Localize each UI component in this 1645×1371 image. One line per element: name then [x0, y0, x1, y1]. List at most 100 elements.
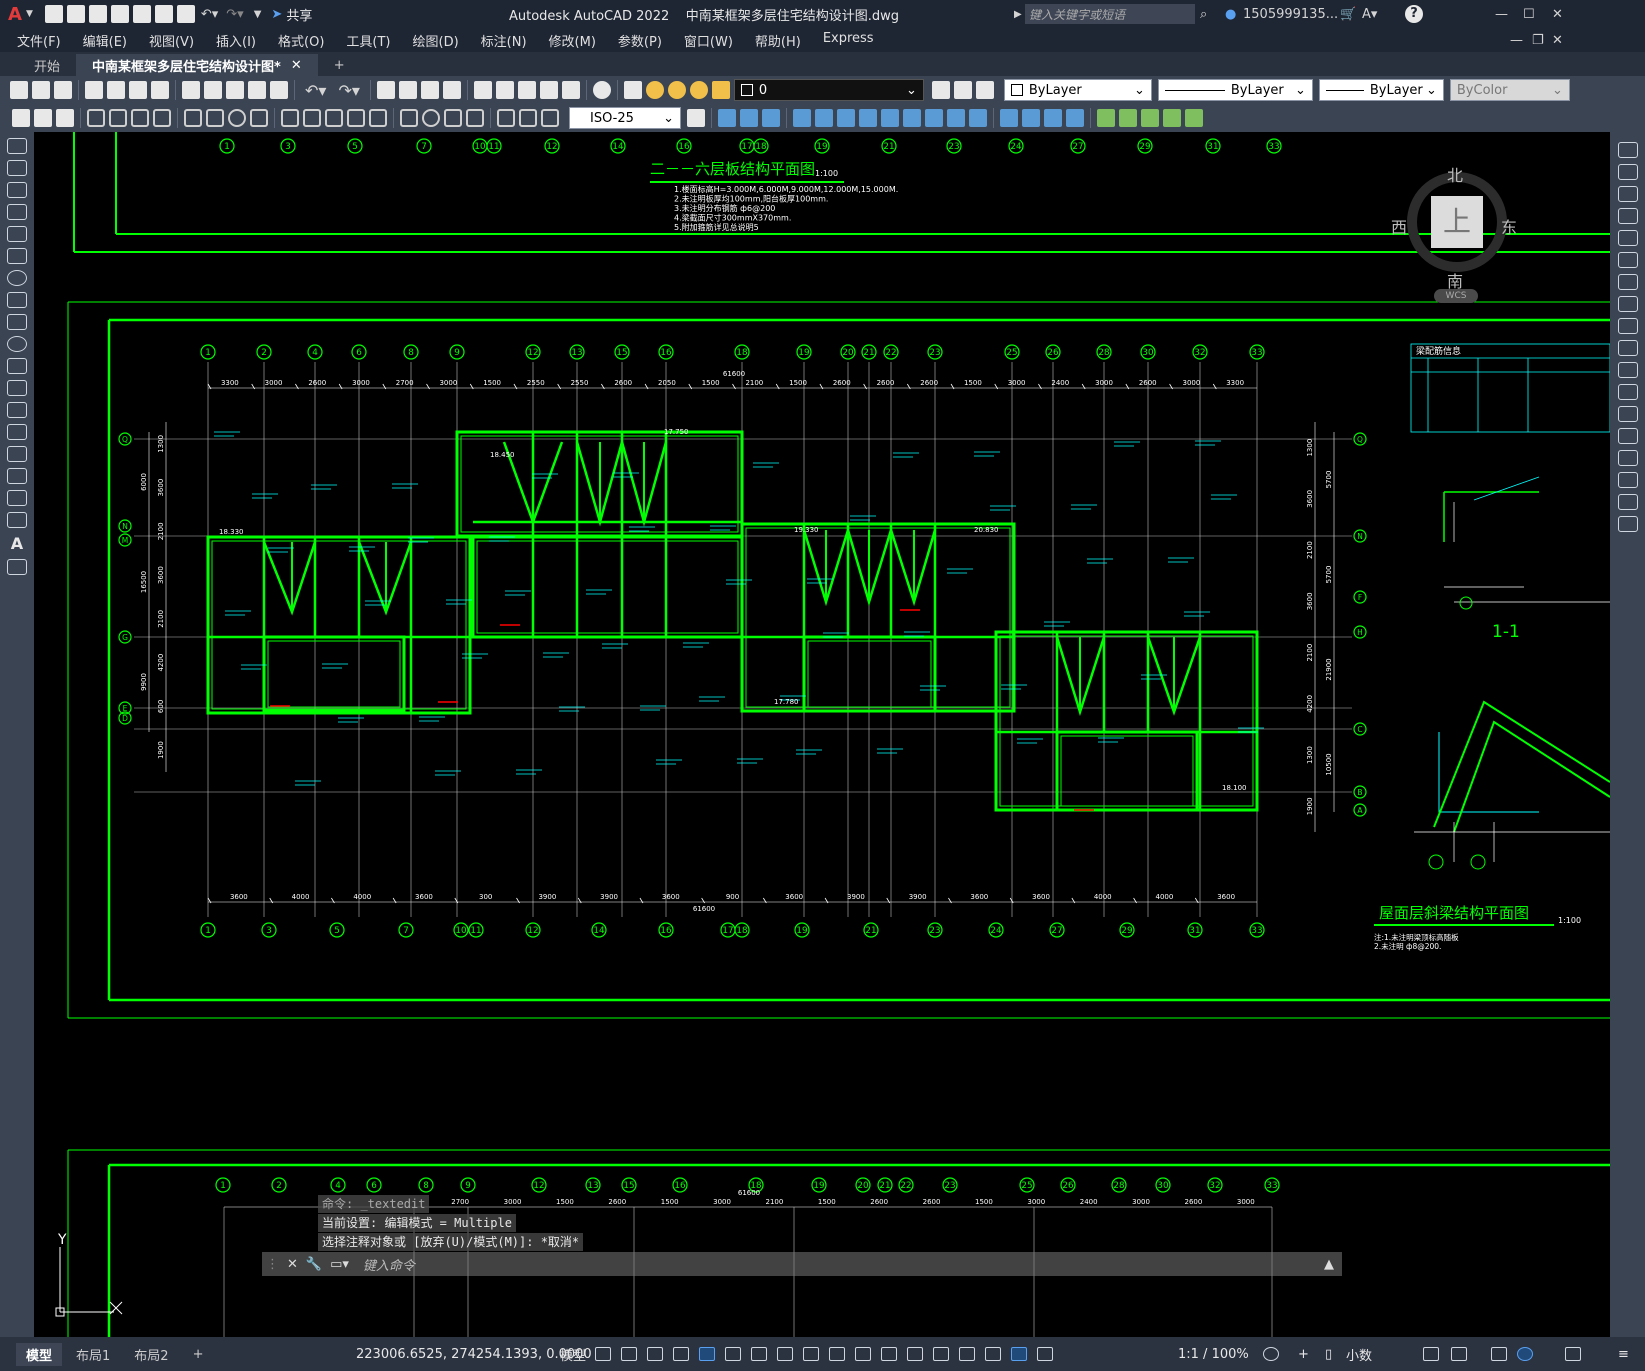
selection-filter-icon[interactable] — [959, 1347, 975, 1361]
modify-mirror-icon[interactable] — [762, 109, 780, 127]
layer-dropdown[interactable]: 0 ⌄ — [733, 79, 924, 101]
help-icon[interactable] — [592, 81, 611, 99]
menu-item[interactable]: 编辑(E) — [72, 31, 138, 50]
tab-start[interactable]: 开始 — [18, 54, 76, 76]
modify-stretch-icon[interactable] — [881, 109, 899, 127]
break-at-point-icon[interactable] — [1617, 384, 1638, 400]
dim-style-icon[interactable] — [56, 109, 74, 127]
offset-icon[interactable] — [1617, 208, 1638, 224]
modify-move-icon[interactable] — [718, 109, 736, 127]
draworder-front-icon[interactable] — [1097, 109, 1115, 127]
circle-icon[interactable] — [7, 270, 27, 286]
add-selected-icon[interactable] — [7, 559, 27, 575]
color-dropdown[interactable]: ByLayer ⌄ — [1003, 79, 1152, 101]
hardware-acceleration-icon[interactable] — [1517, 1347, 1533, 1361]
layer-previous-icon[interactable] — [953, 81, 972, 99]
jogged-linear-icon[interactable] — [466, 109, 484, 127]
doc-minimize-icon[interactable]: — — [1510, 33, 1523, 48]
layer-properties-icon[interactable] — [623, 81, 642, 99]
print-icon[interactable] — [176, 5, 195, 23]
radius-icon[interactable] — [184, 109, 202, 127]
dimension-icon[interactable] — [12, 109, 30, 127]
command-input[interactable]: 键入命令 — [363, 1255, 415, 1274]
move-icon[interactable] — [1617, 252, 1638, 268]
command-customize-icon[interactable]: 🔧 — [306, 1257, 322, 1272]
lock-icon[interactable] — [711, 81, 730, 99]
new-tab-button[interactable]: + — [318, 54, 361, 76]
modify-explode-icon[interactable] — [1044, 109, 1062, 127]
share-icon[interactable]: ➤ — [271, 7, 282, 22]
make-block-icon[interactable] — [7, 402, 27, 418]
draworder-below-icon[interactable] — [1163, 109, 1181, 127]
isolate-objects-icon[interactable] — [1491, 1347, 1507, 1361]
viewcube[interactable]: 上 北 南 西 东 — [1391, 150, 1517, 291]
revision-cloud-icon[interactable] — [7, 292, 27, 308]
tool-palettes-icon[interactable] — [517, 81, 536, 99]
modify-copy-icon[interactable] — [740, 109, 758, 127]
share-button[interactable]: 共享 — [286, 5, 312, 24]
infer-constraints-icon[interactable] — [647, 1347, 663, 1361]
chevron-down-icon[interactable]: ▼ — [26, 9, 33, 19]
menu-item[interactable]: 视图(V) — [138, 31, 205, 50]
save-as-icon[interactable] — [110, 5, 129, 23]
lightbulb-icon[interactable] — [645, 81, 664, 99]
3d-print-icon[interactable] — [151, 81, 169, 99]
ortho-icon[interactable] — [699, 1347, 715, 1361]
command-close-icon[interactable]: ✕ — [287, 1257, 298, 1272]
object-snap-icon[interactable] — [803, 1347, 819, 1361]
pan-icon[interactable] — [376, 81, 395, 99]
object-snap-tracking-icon[interactable] — [777, 1347, 793, 1361]
polygon-icon[interactable] — [7, 204, 27, 220]
open-icon[interactable] — [32, 81, 50, 99]
aligned-dim-icon[interactable] — [109, 109, 127, 127]
modify-rotate-icon[interactable] — [837, 109, 855, 127]
zoom-previous-icon[interactable] — [442, 81, 461, 99]
maximize-icon[interactable]: ☐ — [1523, 7, 1535, 22]
dynamic-ucs-icon[interactable] — [933, 1347, 949, 1361]
modify-scale-icon[interactable] — [859, 109, 877, 127]
ordinate-icon[interactable] — [153, 109, 171, 127]
scale-icon[interactable] — [1617, 296, 1638, 312]
dimstyle-dropdown[interactable]: ISO-25 ⌄ — [569, 107, 681, 129]
fillet-icon[interactable] — [1617, 472, 1638, 488]
modify-array-icon[interactable] — [815, 109, 833, 127]
modify-chamfer-icon[interactable] — [1000, 109, 1018, 127]
lock-ui-icon[interactable] — [1451, 1347, 1467, 1361]
ellipse-icon[interactable] — [7, 336, 27, 352]
redo-icon[interactable]: ↷▾ — [226, 7, 243, 22]
search-icon[interactable]: ⌕ — [1200, 7, 1207, 22]
menu-item[interactable]: 文件(F) — [6, 31, 72, 50]
insert-block-icon[interactable] — [7, 380, 27, 396]
chamfer-icon[interactable] — [1617, 450, 1638, 466]
mirror-icon[interactable] — [1617, 186, 1638, 202]
copy-icon[interactable] — [204, 81, 222, 99]
annotation-visibility-icon[interactable] — [1011, 1347, 1027, 1361]
menu-item[interactable]: 格式(O) — [267, 31, 335, 50]
annotation-scale[interactable]: 1:1 / 100% — [1178, 1347, 1249, 1362]
plotstyle-dropdown[interactable]: ByColor ⌄ — [1449, 79, 1570, 101]
sheet-set-icon[interactable] — [539, 81, 558, 99]
paste-icon[interactable] — [226, 81, 244, 99]
autodesk-account-icon[interactable]: A▾ — [1362, 7, 1377, 22]
command-recent-icon[interactable]: ▭▾ — [330, 1257, 349, 1272]
minimize-icon[interactable]: — — [1495, 7, 1508, 22]
save-icon[interactable] — [88, 5, 107, 23]
model-space-button[interactable]: 模型 — [554, 1343, 592, 1365]
layer-states-icon[interactable] — [975, 81, 994, 99]
command-grip-icon[interactable]: ⋮ — [266, 1257, 279, 1272]
search-input[interactable]: 键入关键字或短语 — [1025, 4, 1195, 24]
selection-cycling-icon[interactable] — [881, 1347, 897, 1361]
new-icon[interactable] — [10, 81, 28, 99]
menu-item[interactable]: 参数(P) — [607, 31, 673, 50]
doc-close-icon[interactable]: ✕ — [1552, 33, 1563, 48]
save-icon[interactable] — [54, 81, 72, 99]
customize-icon[interactable]: ▼ — [254, 9, 262, 20]
menu-item[interactable]: 插入(I) — [205, 31, 267, 50]
array-icon[interactable] — [1617, 230, 1638, 246]
block-editor-icon[interactable] — [270, 81, 288, 99]
make-current-layer-icon[interactable] — [931, 81, 950, 99]
calculator-icon[interactable] — [561, 81, 580, 99]
draworder-above-icon[interactable] — [1141, 109, 1159, 127]
zoom-realtime-icon[interactable] — [398, 81, 417, 99]
workspace-gear-icon[interactable] — [1263, 1347, 1279, 1361]
